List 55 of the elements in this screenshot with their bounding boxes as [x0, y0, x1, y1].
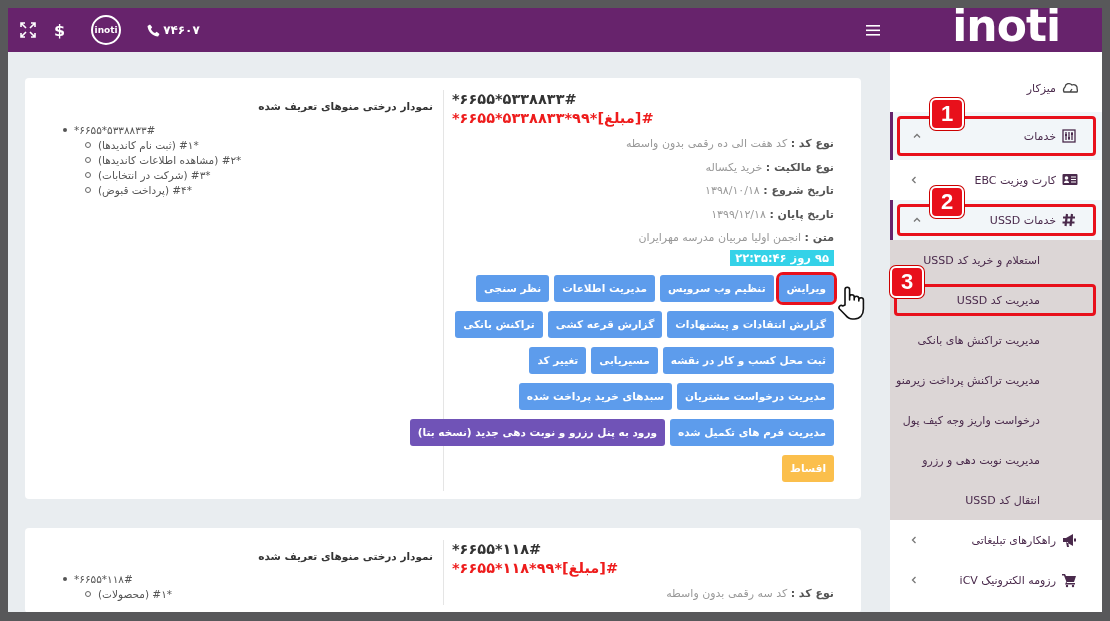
chevron-left-icon[interactable] [910, 176, 918, 184]
tree-item: (محصولات) #۱* [98, 588, 173, 600]
field-text: نوع کد : کد سه رقمی بدون واسطه [665, 585, 834, 602]
step-number: 2 [930, 186, 964, 218]
field-text: نوع مالکیت : خرید یکساله [704, 159, 834, 176]
submenu-item[interactable]: مدیریت کد USSD [956, 293, 1040, 307]
menu-item-icon [1062, 172, 1078, 188]
tree-item: (شرکت در انتخابات) #۳* [98, 168, 211, 181]
dial-code: *۶۶۵۵*۵۳۳۸۸۳۳*۹۹*[مبلغ]# [452, 109, 654, 128]
tree-item: (مشاهده اطلاعات کاندیدها) #۲* [98, 153, 242, 166]
phone-number: ۷۴۶۰۷ [163, 23, 200, 37]
sidebar-item[interactable]: میزکار [1026, 80, 1078, 96]
menu-item-icon [1062, 128, 1078, 144]
submenu-item[interactable]: مدیریت تراکنش های بانکی [917, 333, 1040, 347]
tree-title: نمودار درختی منوهای تعریف شده [258, 100, 433, 112]
sidebar-item[interactable]: کارت ویزیت EBC [974, 172, 1078, 188]
sidebar-item[interactable]: رزومه الکترونیک iCV [959, 572, 1078, 588]
dial-code: *۶۶۵۵*۱۱۸*۹۹*[مبلغ]# [452, 558, 619, 578]
tree-item: *۶۶۵۵*۵۳۳۸۸۳۳# [74, 123, 156, 136]
field-text: تاریخ شروع : ۱۳۹۸/۱۰/۱۸ [704, 183, 834, 199]
chevron-up-icon[interactable] [913, 132, 921, 140]
step-number: 1 [930, 98, 964, 130]
submenu-item[interactable]: انتقال کد USSD [965, 493, 1040, 507]
menu-icon[interactable] [866, 24, 881, 36]
tree-title: نمودار درختی منوهای تعریف شده [258, 549, 433, 562]
circle-logo: inoti [91, 15, 122, 45]
tree-item: (پرداخت قبوض) #۴* [98, 183, 192, 196]
chevron-left-icon[interactable] [910, 576, 918, 584]
tree-item: (ثبت نام کاندیدها) #۱* [98, 138, 199, 151]
menu-item-icon [1062, 532, 1078, 548]
bullet-icon [63, 577, 67, 581]
submenu-item[interactable]: مدیریت تراکنش پرداخت زیرمنو [896, 373, 1040, 387]
logo[interactable]: inoti [952, 8, 1060, 46]
chevron-up-icon[interactable] [913, 216, 921, 224]
sidebar-item[interactable]: راهکارهای تبلیغاتی [971, 532, 1078, 548]
bullet-icon [63, 127, 67, 132]
submenu-item[interactable]: مدیریت نوبت دهی و رزرو [922, 453, 1040, 467]
field-text: تاریخ پایان : ۱۳۹۹/۱۲/۱۸ [710, 206, 834, 223]
field-text: نوع کد : کد هفت الی ده رقمی بدون واسطه [624, 136, 834, 152]
fullscreen-icon[interactable] [20, 22, 36, 38]
action-button[interactable]: ورود به پنل رزرو و نوبت دهی جدید (نسخه بتا) [409, 418, 665, 446]
menu-item-icon [1062, 572, 1078, 588]
field-text: متن : انجمن اولیا مربیان مدرسه مهرایران [637, 230, 834, 246]
ussd-code: *۶۶۵۵*۵۳۳۸۸۳۳# [452, 90, 577, 109]
countdown-badge: ۹۵ روز ۲۲:۳۵:۴۶ [730, 249, 834, 266]
chevron-left-icon[interactable] [910, 536, 918, 544]
currency-icon[interactable]: $ [54, 20, 66, 40]
menu-item-icon [1062, 212, 1078, 228]
ussd-code: *۶۶۵۵*۱۱۸# [452, 539, 542, 559]
tree-item: *۶۶۵۵*۱۱۸# [74, 573, 133, 585]
submenu-item[interactable]: استعلام و خرید کد USSD [923, 253, 1040, 267]
menu-item-icon [1062, 80, 1078, 96]
phone-icon [147, 23, 161, 37]
step-number: 3 [890, 266, 924, 298]
submenu-item[interactable]: درخواست واریز وجه کیف پول [902, 413, 1040, 427]
